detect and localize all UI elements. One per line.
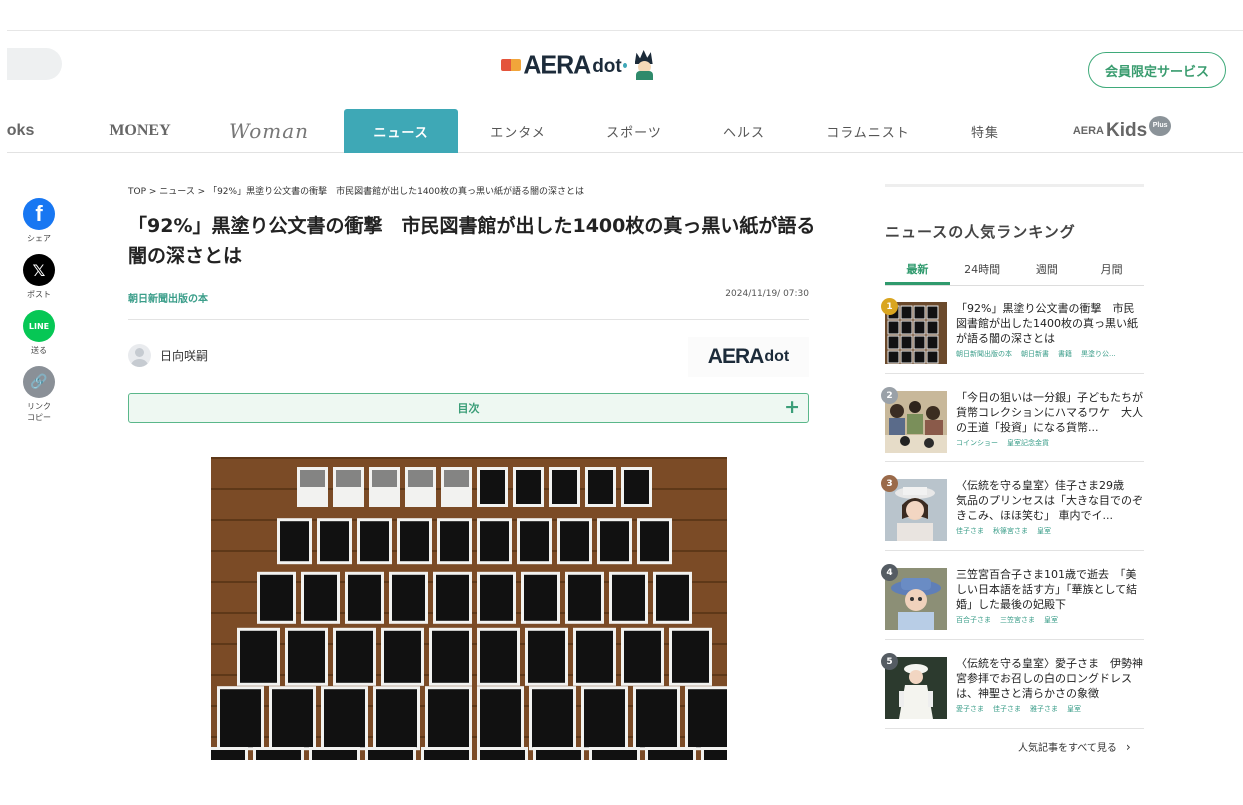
logo-badge-icon [501, 59, 522, 71]
plus-icon: + [784, 396, 800, 418]
nav-news[interactable]: ニュース [344, 109, 458, 153]
member-service-button[interactable]: 会員限定サービス [1088, 52, 1226, 88]
breadcrumb[interactable]: TOP > ニュース > 「92%」黒塗り公文書の衝撃 市民図書館が出した140… [128, 184, 584, 197]
divider [128, 319, 809, 320]
share-bar: f シェア 𝕏 ポスト LINE 送る 🔗 リンク コピー [21, 198, 57, 433]
rank-badge: 1 [881, 298, 898, 315]
browser-viewport: AERA dot 会員限定サービス ooks MONEY Woman ニュース … [7, 30, 1243, 760]
ranking-title-text: 「今日の狙いは一分銀」子どもたちが貨幣コレクションにハマるワケ 大人の王道「投資… [956, 391, 1143, 434]
mascot-icon [631, 50, 653, 80]
nav-sports[interactable]: スポーツ [589, 109, 679, 153]
kids-logo-aera: AERA [1072, 125, 1104, 137]
sidebar-top-bar [885, 184, 1144, 187]
share-facebook[interactable]: f シェア [21, 198, 57, 244]
tab-latest[interactable]: 最新 [885, 256, 950, 285]
nav-money[interactable]: MONEY [105, 109, 175, 153]
ranking-tags: 朝日新聞出版の本 朝日新書 書籍 黒塗り公... [956, 350, 1116, 358]
source-logo-sub: dot [764, 348, 790, 365]
ranking-tabs: 最新 24時間 週間 月間 [885, 256, 1144, 286]
nav-woman[interactable]: Woman [229, 109, 309, 153]
source-logo: AERA dot [688, 337, 809, 377]
article-photo [211, 457, 727, 760]
tab-weekly[interactable]: 週間 [1015, 256, 1080, 285]
kids-logo-kids: Kids [1105, 120, 1148, 141]
tab-24h[interactable]: 24時間 [950, 256, 1015, 285]
share-facebook-label: シェア [27, 234, 51, 243]
share-x[interactable]: 𝕏 ポスト [21, 254, 57, 300]
nav-feature[interactable]: 特集 [955, 109, 1015, 153]
tab-monthly[interactable]: 月間 [1079, 256, 1144, 285]
chevron-right-icon: › [1125, 740, 1131, 754]
author-avatar-icon [128, 344, 151, 367]
logo-dot-icon [622, 62, 627, 68]
publish-date: 2024/11/19/ 07:30 [725, 289, 809, 299]
ranking-tags: 百合子さま 三笠宮さま 皇室 [956, 616, 1058, 624]
author-name[interactable]: 日向咲嗣 [160, 347, 208, 364]
ranking-tags: 佳子さま 秋篠宮さま 皇室 [956, 527, 1051, 535]
rank-badge: 2 [881, 387, 898, 404]
line-icon[interactable]: LINE [23, 310, 55, 342]
nav-books[interactable]: ooks [7, 109, 57, 153]
see-all-ranking-link[interactable]: 人気記事をすべて見る › [1018, 739, 1131, 754]
share-line[interactable]: LINE 送る [21, 310, 57, 356]
ranking-tags: 愛子さま 佳子さま 雅子さま 皇室 [956, 705, 1081, 713]
link-icon[interactable]: 🔗 [23, 366, 55, 398]
ranking-title-text: 〈伝統を守る皇室〉佳子さま29歳 気品のプリンセスは「大きな目でのぞきこみ、ほほ… [956, 479, 1143, 522]
table-of-contents-toggle[interactable]: 目次 + [128, 393, 809, 423]
ranking-item-4[interactable]: 4 三笠宮百合子さま101歳で逝去 「美しい日本語を話す方」「華族として結婚」し… [881, 564, 1144, 640]
see-all-label: 人気記事をすべて見る [1018, 743, 1117, 754]
kids-plus-badge: Plus [1149, 116, 1172, 136]
ranking-title-text: 〈伝統を守る皇室〉愛子さま 伊勢神宮参拝でお召しの白のロングドレスは、神聖さと清… [956, 657, 1143, 700]
publisher-link[interactable]: 朝日新聞出版の本 [128, 290, 208, 305]
ranking-item-5[interactable]: 5 〈伝統を守る皇室〉愛子さま 伊勢神宮参拝でお召しの白のロングドレスは、神聖さ… [881, 653, 1144, 729]
ranking-title-text: 「92%」黒塗り公文書の衝撃 市民図書館が出した1400枚の真っ黒い紙が語る闇の… [956, 302, 1138, 345]
copy-link[interactable]: 🔗 リンク コピー [21, 366, 57, 423]
logo-text: AERA [523, 49, 591, 80]
ranking-item-1[interactable]: 1 「92%」黒塗り公文書の衝撃 市民図書館が出した1400枚の真っ黒い紙が語る… [881, 298, 1144, 374]
nav-columnist[interactable]: コラムニスト [817, 109, 919, 153]
ranking-title: ニュースの人気ランキング [885, 223, 1076, 241]
rank-badge: 4 [881, 564, 898, 581]
toc-label: 目次 [457, 402, 480, 415]
article-title: 「92%」黒塗り公文書の衝撃 市民図書館が出した1400枚の真っ黒い紙が語る闇の… [128, 215, 816, 267]
ranking-title-text: 三笠宮百合子さま101歳で逝去 「美しい日本語を話す方」「華族として結婚」した最… [956, 568, 1138, 611]
ranking-item-2[interactable]: 2 「今日の狙いは一分銀」子どもたちが貨幣コレクションにハマるワケ 大人の王道「… [881, 387, 1144, 462]
rank-badge: 3 [881, 475, 898, 492]
ranking-tags: コインショー 皇室記念金貨 [956, 439, 1049, 447]
source-logo-text: AERA [707, 345, 765, 368]
facebook-icon[interactable]: f [23, 198, 55, 230]
rank-badge: 5 [881, 653, 898, 670]
main-nav: ooks MONEY Woman ニュース エンタメ スポーツ ヘルス コラムニ… [7, 109, 1243, 153]
search-box[interactable] [7, 48, 62, 80]
logo-sub-text: dot [592, 55, 622, 77]
share-line-label: 送る [31, 346, 47, 355]
nav-health[interactable]: ヘルス [704, 109, 784, 153]
site-logo[interactable]: AERA dot [501, 45, 653, 85]
nav-aera-kids[interactable]: AERA Kids Plus [1062, 109, 1182, 153]
copy-link-label: リンク コピー [27, 402, 51, 422]
share-x-label: ポスト [27, 290, 51, 299]
ranking-item-3[interactable]: 3 〈伝統を守る皇室〉佳子さま29歳 気品のプリンセスは「大きな目でのぞきこみ、… [881, 475, 1144, 551]
x-icon[interactable]: 𝕏 [23, 254, 55, 286]
nav-entame[interactable]: エンタメ [473, 109, 563, 153]
